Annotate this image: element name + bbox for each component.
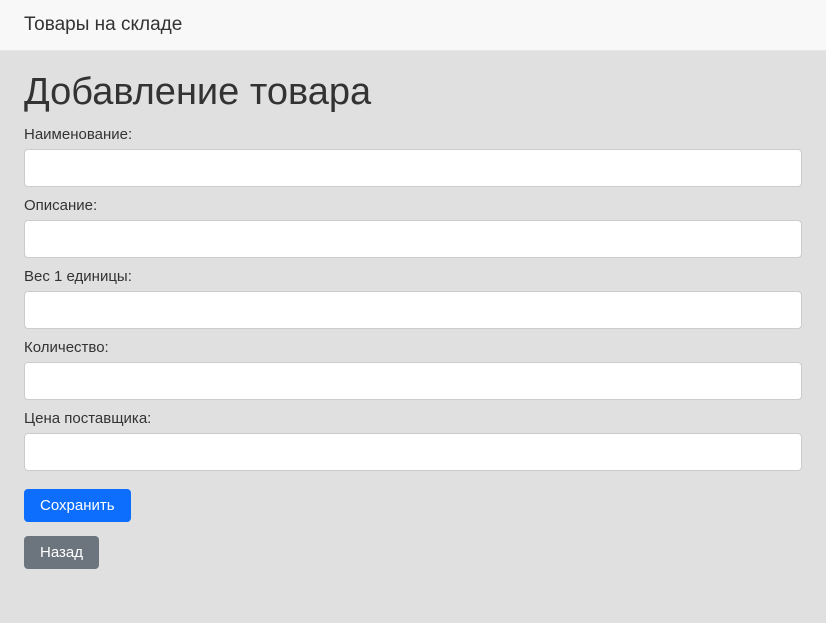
form-group-weight: Вес 1 единицы: xyxy=(24,268,802,329)
navbar-brand[interactable]: Товары на складе xyxy=(24,14,182,35)
weight-label: Вес 1 единицы: xyxy=(24,268,802,285)
name-input[interactable] xyxy=(24,149,802,187)
button-row-back: Назад xyxy=(24,522,802,569)
quantity-input[interactable] xyxy=(24,362,802,400)
save-button[interactable]: Сохранить xyxy=(24,489,131,522)
button-row-save: Сохранить xyxy=(24,481,802,522)
main-container: Добавление товара Наименование: Описание… xyxy=(0,51,826,589)
supplier-price-input[interactable] xyxy=(24,433,802,471)
form-group-description: Описание: xyxy=(24,197,802,258)
back-button[interactable]: Назад xyxy=(24,536,99,569)
form-group-supplier-price: Цена поставщика: xyxy=(24,410,802,471)
supplier-price-label: Цена поставщика: xyxy=(24,410,802,427)
navbar: Товары на складе xyxy=(0,0,826,51)
form-group-name: Наименование: xyxy=(24,126,802,187)
name-label: Наименование: xyxy=(24,126,802,143)
form-group-quantity: Количество: xyxy=(24,339,802,400)
page-title: Добавление товара xyxy=(24,71,802,114)
quantity-label: Количество: xyxy=(24,339,802,356)
weight-input[interactable] xyxy=(24,291,802,329)
description-label: Описание: xyxy=(24,197,802,214)
description-input[interactable] xyxy=(24,220,802,258)
